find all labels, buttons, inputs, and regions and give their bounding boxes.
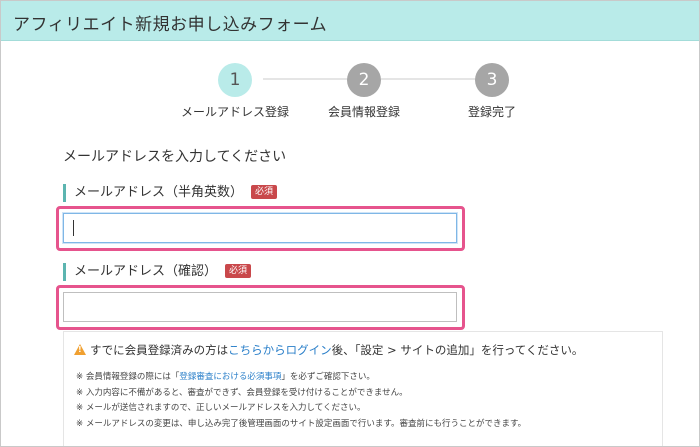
- step-2: 2 会員情報登録: [304, 63, 424, 120]
- progress-steps: 1 メールアドレス登録 2 会員情報登録 3 登録完了: [1, 63, 699, 123]
- step-number: 3: [475, 63, 509, 97]
- note-item: ※ 会員情報登録の際には「登録審査における必須事項」を必ずご確認下さい。: [76, 370, 526, 386]
- notice-text-pre: すでに会員登録済みの方は: [90, 343, 229, 357]
- note-text: 」を必ずご確認下さい。: [281, 372, 375, 382]
- note-item: ※ 入力内容に不備があると、審査ができず、会員登録を受け付けることができません。: [76, 387, 408, 398]
- text-cursor: [73, 220, 74, 236]
- email-field-label: メールアドレス（半角英数） 必須: [63, 184, 278, 202]
- step-number: 1: [218, 63, 252, 97]
- page-title: アフィリエイト新規お申し込みフォーム: [13, 15, 328, 35]
- email-confirm-input[interactable]: [63, 292, 457, 322]
- step-label: 会員情報登録: [327, 105, 400, 119]
- form-instruction: メールアドレスを入力してください: [63, 149, 287, 165]
- email-label-text: メールアドレス（半角英数）: [74, 185, 244, 200]
- warning-icon: [74, 344, 86, 355]
- email-confirm-label-text: メールアドレス（確認）: [74, 264, 218, 279]
- email-input[interactable]: [63, 213, 457, 243]
- requirements-link[interactable]: 登録審査における必須事項: [179, 372, 281, 382]
- step-3: 3 登録完了: [432, 63, 552, 120]
- note-item: ※ メールが送信されますので、正しいメールアドレスを入力してください。: [76, 403, 366, 413]
- step-1: 1 メールアドレス登録: [175, 63, 295, 120]
- step-label: 登録完了: [467, 105, 516, 119]
- email-confirm-field-label: メールアドレス（確認） 必須: [63, 263, 252, 281]
- page-header: アフィリエイト新規お申し込みフォーム: [1, 1, 699, 41]
- step-label: メールアドレス登録: [180, 105, 289, 119]
- notice-box: すでに会員登録済みの方はこちらからログイン後、「設定 > サイトの追加」を行って…: [63, 331, 663, 446]
- login-link[interactable]: こちらからログイン: [228, 343, 332, 357]
- required-badge: 必須: [251, 185, 278, 199]
- application-form: アフィリエイト新規お申し込みフォーム 1 メールアドレス登録 2 会員情報登録 …: [0, 0, 700, 447]
- required-badge: 必須: [225, 264, 252, 278]
- step-number: 2: [347, 63, 381, 97]
- notes-list: ※ 会員情報登録の際には「登録審査における必須事項」を必ずご確認下さい。 ※ 入…: [76, 370, 526, 432]
- note-text: ※ 会員情報登録の際には「: [76, 372, 180, 382]
- notice-text-post: 後、「設定 > サイトの追加」を行ってください。: [331, 343, 584, 357]
- note-item: ※ メールアドレスの変更は、申し込み完了後管理画面のサイト設定画面で行います。審…: [76, 418, 527, 429]
- login-notice: すでに会員登録済みの方はこちらからログイン後、「設定 > サイトの追加」を行って…: [74, 342, 583, 358]
